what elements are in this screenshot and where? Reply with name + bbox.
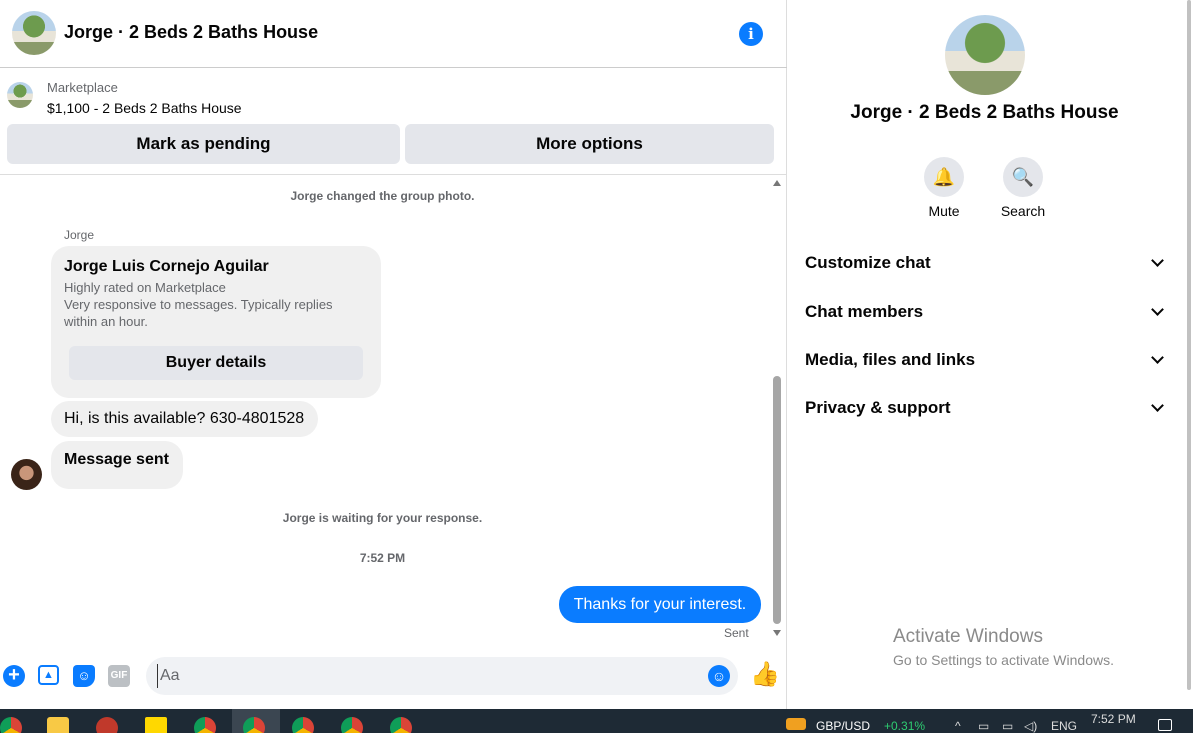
file-explorer-icon[interactable] (47, 717, 69, 733)
marketplace-label: Marketplace (47, 80, 118, 95)
battery-icon[interactable]: ▭ (1002, 719, 1013, 733)
language-indicator[interactable]: ENG (1051, 719, 1077, 733)
message-composer: + ▲ ☺ GIF ☺ 👍 (0, 645, 787, 709)
row-label: Media, files and links (805, 350, 976, 369)
customize-chat-row[interactable]: Customize chat (805, 248, 1167, 278)
waiting-notice: Jorge is waiting for your response. (282, 511, 483, 525)
messenger-app: Jorge · 2 Beds 2 Baths House i Marketpla… (0, 0, 1193, 709)
bell-icon: 🔔 (924, 157, 964, 197)
volume-icon[interactable]: ◁) (1024, 719, 1037, 733)
panel-scroll-thumb[interactable] (1187, 0, 1191, 690)
panel-scrollbar[interactable] (1185, 0, 1193, 709)
conversation-title[interactable]: Jorge · 2 Beds 2 Baths House (64, 22, 318, 43)
listing-thumbnail[interactable] (7, 82, 33, 108)
scroll-thumb[interactable] (773, 376, 781, 624)
search-button[interactable]: 🔍 Search (993, 157, 1053, 219)
message-input[interactable] (157, 664, 697, 688)
chat-members-row[interactable]: Chat members (805, 297, 1167, 327)
watermark-title: Activate Windows (893, 626, 1043, 647)
gif-icon[interactable]: GIF (108, 665, 130, 687)
search-icon: 🔍 (1003, 157, 1043, 197)
panel-avatar[interactable] (945, 15, 1025, 95)
system-message: Jorge changed the group photo. (290, 189, 475, 203)
chevron-down-icon (1151, 254, 1164, 267)
delivery-status: Sent (724, 626, 749, 640)
chevron-down-icon (1151, 303, 1164, 316)
privacy-support-row[interactable]: Privacy & support (805, 393, 1167, 423)
tray-chevron-icon[interactable]: ^ (955, 719, 961, 733)
chevron-down-icon (1151, 399, 1164, 412)
listing-title[interactable]: $1,100 - 2 Beds 2 Baths House (47, 100, 242, 116)
conversation-pane: Jorge · 2 Beds 2 Baths House i Marketpla… (0, 0, 787, 709)
chevron-down-icon (1151, 351, 1164, 364)
chrome-icon[interactable] (0, 717, 22, 733)
user-avatar[interactable] (11, 459, 42, 490)
app-icon[interactable] (96, 717, 118, 733)
chrome-icon[interactable] (243, 717, 265, 733)
search-label: Search (1000, 203, 1046, 219)
notification-icon[interactable] (1158, 719, 1172, 731)
chrome-icon[interactable] (341, 717, 363, 733)
group-avatar[interactable] (12, 11, 56, 55)
sender-name: Jorge (64, 228, 95, 242)
seller-name: Jorge Luis Cornejo Aguilar (64, 258, 269, 275)
conversation-header: Jorge · 2 Beds 2 Baths House i (0, 0, 787, 68)
network-icon[interactable]: ▭ (978, 719, 989, 733)
chrome-icon[interactable] (292, 717, 314, 733)
activate-windows-watermark: Activate Windows Go to Settings to activ… (893, 626, 1114, 668)
photo-icon[interactable]: ▲ (38, 665, 59, 685)
plus-icon[interactable]: + (3, 665, 25, 687)
message-list: Jorge changed the group photo. Jorge Jor… (0, 176, 787, 644)
mute-label: Mute (928, 203, 960, 219)
info-icon[interactable]: i (739, 22, 763, 46)
details-panel: Jorge · 2 Beds 2 Baths House 🔔 Mute 🔍 Se… (788, 0, 1193, 709)
windows-taskbar: GBP/USD +0.31% ^ ▭ ▭ ◁) ENG 7:52 PM (0, 709, 1193, 733)
thumbs-up-icon[interactable]: 👍 (750, 662, 780, 688)
emoji-icon[interactable]: ☺ (708, 665, 730, 687)
more-options-button[interactable]: More options (405, 124, 774, 164)
coins-icon[interactable] (786, 718, 806, 730)
watermark-subtitle: Go to Settings to activate Windows. (893, 652, 1114, 668)
row-label: Chat members (805, 302, 924, 321)
mark-as-pending-button[interactable]: Mark as pending (7, 124, 400, 164)
seller-card: Jorge Luis Cornejo Aguilar Highly rated … (51, 246, 381, 398)
seller-responsiveness: Very responsive to messages. Typically r… (64, 297, 333, 329)
message-bubble-outgoing[interactable]: Thanks for your interest. (559, 586, 761, 623)
timestamp: 7:52 PM (359, 551, 406, 565)
currency-change: +0.31% (884, 719, 926, 733)
marketplace-bar: Marketplace $1,100 - 2 Beds 2 Baths Hous… (0, 69, 787, 175)
chrome-icon[interactable] (390, 717, 412, 733)
scroll-up-arrow-icon[interactable] (773, 180, 781, 186)
row-label: Privacy & support (805, 398, 951, 417)
sticker-icon[interactable]: ☺ (73, 665, 95, 687)
row-label: Customize chat (805, 253, 931, 272)
buyer-details-button[interactable]: Buyer details (69, 346, 363, 380)
message-bubble-incoming[interactable]: Message sent (51, 441, 183, 489)
chrome-icon[interactable] (194, 717, 216, 733)
message-bubble-incoming[interactable]: Hi, is this available? 630-4801528 (51, 401, 318, 437)
currency-pair[interactable]: GBP/USD (816, 719, 870, 733)
chat-scrollbar[interactable] (771, 176, 785, 644)
scroll-down-arrow-icon[interactable] (773, 630, 781, 636)
media-files-links-row[interactable]: Media, files and links (805, 345, 1167, 375)
sticky-notes-icon[interactable] (145, 717, 167, 733)
panel-title: Jorge · 2 Beds 2 Baths House (850, 102, 1119, 123)
clock[interactable]: 7:52 PM (1091, 712, 1136, 726)
mute-button[interactable]: 🔔 Mute (914, 157, 974, 219)
seller-rating: Highly rated on Marketplace (64, 280, 226, 295)
message-input-wrapper: ☺ (146, 657, 738, 695)
